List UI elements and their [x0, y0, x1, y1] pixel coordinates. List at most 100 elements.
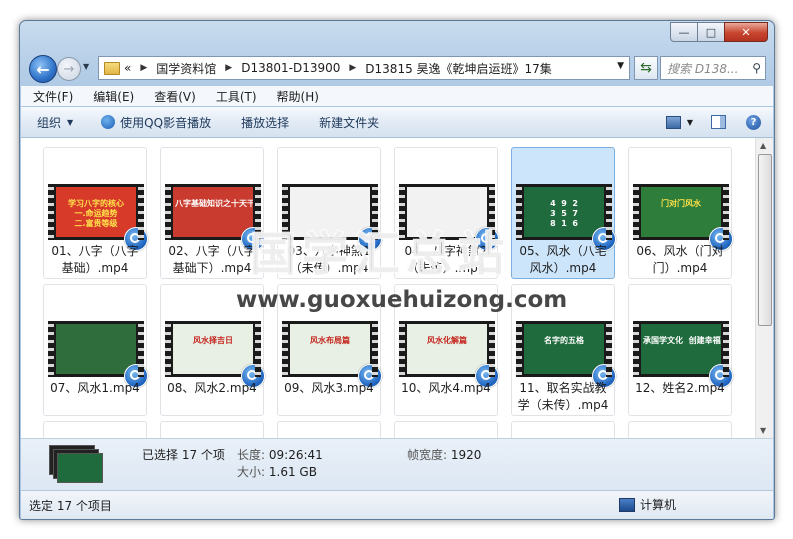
video-frame: 风水化解篇	[407, 324, 487, 374]
view-dropdown-icon[interactable]: ▼	[687, 118, 693, 127]
computer-icon	[619, 497, 635, 512]
search-icon[interactable]: ⚲	[752, 61, 761, 75]
file-item[interactable]: 04、八字神煞2（未传）.mp4	[394, 147, 499, 279]
file-item-partial[interactable]	[160, 421, 264, 438]
file-item[interactable]: 4 9 2 3 5 7 8 1 6 05、风水（八宅风水）.mp4	[511, 147, 616, 279]
file-name: 06、风水（门对门）.mp4	[636, 244, 724, 275]
address-dropdown-icon[interactable]: ▼	[617, 61, 624, 71]
menu-view[interactable]: 查看(V)	[146, 88, 204, 105]
size-value: 1.61 GB	[268, 465, 317, 479]
length-label: 长度:	[237, 448, 266, 462]
play-selection-button[interactable]: 播放选择	[241, 114, 289, 131]
file-item[interactable]: 承国学文化 创建幸福人生 12、姓名2.mp4	[628, 284, 733, 416]
play-with-qq-button[interactable]: 使用QQ影音播放	[101, 114, 211, 131]
video-frame	[290, 187, 370, 237]
file-item[interactable]: 03、八字神煞1（未传）.mp4	[277, 147, 382, 279]
chevron-right-icon[interactable]: ▶	[349, 63, 356, 73]
size-label: 大小:	[237, 465, 266, 479]
file-item-partial[interactable]	[394, 421, 498, 438]
file-item-partial[interactable]	[511, 421, 615, 438]
video-thumbnail: 八字基础知识之十天干	[165, 184, 265, 251]
file-name: 10、风水4.mp4	[401, 381, 491, 395]
search-box[interactable]: 搜索 D138... ⚲	[660, 56, 766, 80]
view-options-icon[interactable]	[665, 115, 681, 129]
stack-frame	[57, 453, 103, 483]
file-item[interactable]: 学习八字的核心 一.命运趋势 二.富贵等级 01、八字（八字基础）.mp4	[43, 147, 148, 279]
help-icon[interactable]: ?	[746, 114, 761, 130]
video-frame-text: 学习八字的核心 一.命运趋势 二.富贵等级	[68, 199, 124, 228]
breadcrumb-item[interactable]: D13801-D13900	[241, 61, 340, 75]
file-name: 02、八字（八字基础下）.mp4	[168, 244, 256, 275]
scroll-up-icon[interactable]: ▲	[760, 141, 766, 150]
minimize-button[interactable]: —	[670, 22, 698, 42]
file-name: 07、风水1.mp4	[50, 381, 140, 395]
preview-pane-icon[interactable]	[711, 115, 726, 129]
forward-button[interactable]: →	[57, 57, 81, 81]
breadcrumb-item[interactable]: 国学资料馆	[156, 60, 216, 77]
video-frame-text: 风水择吉日	[193, 336, 233, 345]
video-frame-text: 八字基础知识之十天干	[175, 199, 253, 208]
video-thumbnail	[282, 184, 382, 251]
breadcrumb-overflow[interactable]: «	[124, 61, 131, 75]
refresh-icon: ⇆	[640, 60, 652, 76]
menu-file[interactable]: 文件(F)	[25, 88, 81, 105]
status-bar: 选定 17 个项目 计算机	[21, 490, 773, 519]
file-item[interactable]: 门对门风水 06、风水（门对门）.mp4	[628, 147, 733, 279]
video-thumbnail: 承国学文化 创建幸福人生	[633, 321, 733, 388]
recent-pages-dropdown-icon[interactable]: ▼	[83, 62, 89, 71]
frame-width-field: 帧宽度: 1920	[407, 446, 481, 463]
video-frame-text: 门对门风水	[661, 199, 701, 208]
video-frame-text: 4 9 2 3 5 7 8 1 6	[550, 199, 578, 228]
scroll-down-icon[interactable]: ▼	[760, 426, 766, 435]
file-item[interactable]: 八字基础知识之十天干 02、八字（八字基础下）.mp4	[160, 147, 265, 279]
video-frame-text: 风水化解篇	[427, 336, 467, 345]
search-placeholder[interactable]: 搜索 D138...	[661, 60, 752, 77]
menu-help[interactable]: 帮助(H)	[269, 88, 327, 105]
video-frame: 学习八字的核心 一.命运趋势 二.富贵等级	[56, 187, 136, 237]
menu-edit[interactable]: 编辑(E)	[85, 88, 142, 105]
file-item-partial[interactable]	[43, 421, 147, 438]
video-thumbnail: 风水化解篇	[399, 321, 499, 388]
organize-label: 组织	[37, 115, 62, 130]
file-name: 09、风水3.mp4	[284, 381, 374, 395]
menu-tools[interactable]: 工具(T)	[208, 88, 265, 105]
file-item[interactable]: 名字的五格 11、取名实战教学（未传）.mp4	[511, 284, 616, 416]
file-item-partial[interactable]	[628, 421, 732, 438]
chevron-right-icon[interactable]: ▶	[140, 63, 147, 73]
video-thumbnail	[48, 321, 148, 388]
video-frame	[407, 187, 487, 237]
length-field: 长度: 09:26:41	[237, 446, 323, 463]
refresh-button[interactable]: ⇆	[634, 56, 658, 80]
toolbar-right: ▼ ?	[665, 107, 773, 137]
video-frame-text: 承国学文化 创建幸福人生	[643, 336, 721, 345]
file-item-partial[interactable]	[277, 421, 381, 438]
video-thumbnail: 风水择吉日	[165, 321, 265, 388]
file-item[interactable]: 风水择吉日 08、风水2.mp4	[160, 284, 265, 416]
new-folder-button[interactable]: 新建文件夹	[319, 114, 379, 131]
file-list-pane: 学习八字的核心 一.命运趋势 二.富贵等级 01、八字（八字基础）.mp4 八字基础…	[21, 138, 773, 438]
frame-width-label: 帧宽度:	[407, 448, 448, 462]
chevron-right-icon[interactable]: ▶	[225, 63, 232, 73]
file-item[interactable]: 07、风水1.mp4	[43, 284, 148, 416]
close-button[interactable]: ✕	[724, 22, 768, 42]
status-zone-label: 计算机	[640, 498, 677, 512]
scrollbar-thumb[interactable]	[758, 154, 772, 326]
back-button[interactable]: ←	[29, 55, 57, 83]
breadcrumb-current[interactable]: D13815 昊逸《乾坤启运班》17集	[365, 60, 552, 77]
video-thumbnail: 风水布局篇	[282, 321, 382, 388]
file-item[interactable]: 风水布局篇 09、风水3.mp4	[277, 284, 382, 416]
maximize-button[interactable]: □	[697, 22, 725, 42]
status-selection-text: 选定 17 个项目	[29, 499, 112, 513]
address-bar[interactable]: « ▶ 国学资料馆 ▶ D13801-D13900 ▶ D13815 昊逸《乾坤…	[98, 56, 630, 80]
selection-stack-thumbnail	[49, 445, 105, 487]
video-thumbnail: 学习八字的核心 一.命运趋势 二.富贵等级	[48, 184, 148, 251]
video-thumbnail: 名字的五格	[516, 321, 616, 388]
video-thumbnail: 4 9 2 3 5 7 8 1 6	[516, 184, 616, 251]
selected-count: 已选择 17 个项	[142, 448, 225, 462]
file-name: 12、姓名2.mp4	[635, 381, 725, 395]
vertical-scrollbar[interactable]: ▲ ▼	[755, 138, 773, 438]
size-field: 大小: 1.61 GB	[237, 463, 317, 480]
file-item[interactable]: 风水化解篇 10、风水4.mp4	[394, 284, 499, 416]
navigation-bar: ← → ▼ « ▶ 国学资料馆 ▶ D13801-D13900 ▶ D13815…	[20, 53, 774, 85]
organize-button[interactable]: 组织 ▼	[37, 114, 73, 131]
